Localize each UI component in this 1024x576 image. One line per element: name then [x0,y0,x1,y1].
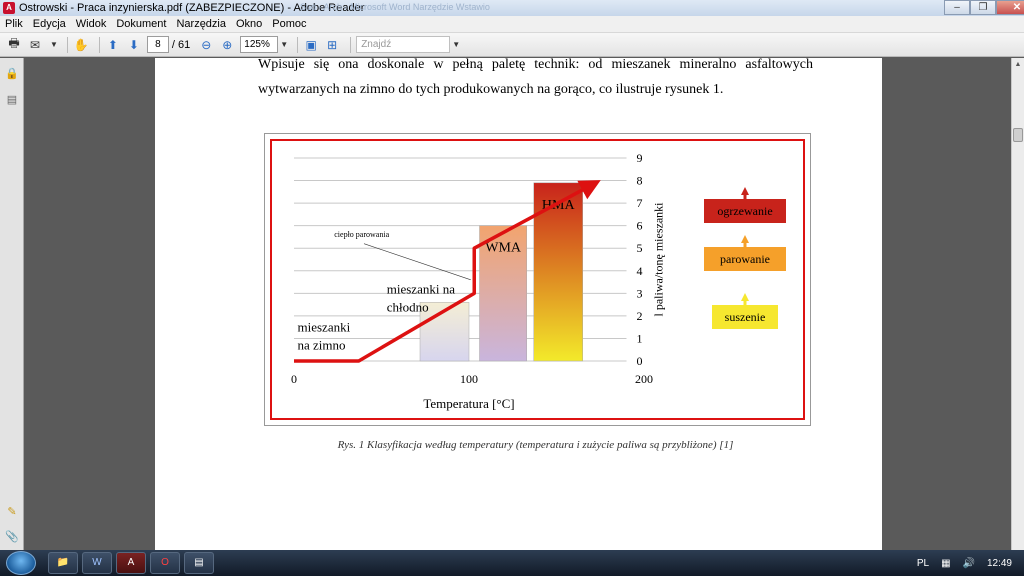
legend-label: ogrzewanie [717,204,772,218]
document-area[interactable]: Wpisuje się ona doskonale w pełną paletę… [25,58,1011,550]
language-indicator[interactable]: PL [917,558,929,569]
hand-icon[interactable]: ✋ [73,37,89,53]
y-tick-label: 7 [637,196,643,210]
arrow-up-icon[interactable]: ⬆ [105,37,121,53]
legend-arrow [741,293,749,301]
system-tray: PL ▦ 🔊 12:49 [917,550,1024,576]
adobe-reader-icon: A [3,2,15,14]
legend-arrow [741,235,749,243]
menu-widok[interactable]: Widok [71,18,112,30]
y-tick-label: 6 [637,219,643,233]
zoom-input[interactable]: 125% [240,36,279,53]
figure-border: WMA HMA 0 1 2 3 4 5 6 7 8 9 0 100 200 Temperatura [°C]… [270,139,805,420]
page-total: / 61 [171,38,191,51]
body-paragraph: Wpisuje się ona doskonale w pełną paletę… [258,58,813,97]
y-tick-label: 2 [637,309,643,323]
zoom-out-icon[interactable]: ⊖ [198,37,214,53]
chart-legend: ogrzewanie parowanie suszenie [704,187,786,329]
bar-label: WMA [485,241,522,256]
legend-label: suszenie [725,310,766,324]
temperature-chart: WMAHMA 0 1 2 3 4 5 6 7 8 9 0 100 200 Temperatura [°C]… [291,151,786,411]
figure-frame: WMA HMA 0 1 2 3 4 5 6 7 8 9 0 100 200 Temperatura [°C]… [264,133,811,426]
volume-icon[interactable]: 🔊 [963,558,975,569]
chart-annotation: mieszanki [298,320,351,335]
lock-icon[interactable]: 🔒 [5,67,19,81]
chevron-down-icon[interactable]: ▼ [50,40,58,49]
annotation-leader-line [363,243,471,281]
toolbar: 🖶 ✉ ▼ ✋ ⬆ ⬇ 8 / 61 ⊖ ⊕ 125% ▼ ▣ ⊞ Znajdź… [0,33,1024,57]
x-axis-label: Temperatura [°C] [423,396,514,411]
x-tick-label: 0 [291,372,297,386]
restore-button[interactable]: ❐ [970,0,996,15]
comment-icon[interactable]: ✎ [5,505,19,519]
network-icon[interactable]: ▦ [941,558,950,569]
chart-annotation: ciepło parowania [334,230,389,239]
email-icon[interactable]: ✉ [27,37,43,53]
toolbar-separator [297,36,299,53]
opera-icon[interactable]: O [150,552,180,574]
toolbar-separator [350,36,352,53]
page-number-input[interactable]: 8 [146,36,169,53]
y-tick-label: 9 [637,151,643,165]
print-icon[interactable]: 🖶 [6,36,22,53]
y-tick-label: 8 [637,174,643,188]
pdf-page: Wpisuje się ona doskonale w pełną paletę… [155,58,882,550]
explorer-icon[interactable]: 📁 [48,552,78,574]
window-controls: – ❐ ✕ [944,0,1024,15]
chart-annotation: na zimno [298,338,346,353]
y-tick-label: 5 [637,241,643,255]
find-input[interactable]: Znajdź [356,36,451,53]
acrobat-icon[interactable]: A [116,552,146,574]
menu-pomoc[interactable]: Pomoc [267,18,311,30]
attachment-icon[interactable]: 📎 [5,530,19,544]
close-button[interactable]: ✕ [996,0,1024,15]
title-bar: A Ostrowski - Praca inzynierska.pdf (ZAB… [0,0,1024,16]
start-button[interactable] [6,551,36,575]
legend-label: parowanie [720,252,770,266]
y-axis-label: l paliwa/tonę mieszanki [652,202,666,317]
toolbar-separator [98,36,100,53]
menu-plik[interactable]: Plik [0,18,28,30]
zoom-in-icon[interactable]: ⊕ [219,37,235,53]
chart-annotation: chłodno [387,299,429,314]
vertical-scrollbar[interactable]: ▲ [1011,58,1024,550]
y-tick-label: 0 [637,354,643,368]
x-tick-label: 200 [635,372,653,386]
toolbar-separator [66,36,68,53]
fit-page-icon[interactable]: ▣ [303,37,319,53]
chart-axes: 0 1 2 3 4 5 6 7 8 9 0 100 200 Temperatura [°C] l paliw… [291,151,666,411]
legend-arrow [741,187,749,195]
notepad-icon[interactable]: ▤ [184,552,214,574]
chart-bars: WMAHMA [419,182,583,362]
scroll-up-arrow-icon[interactable]: ▲ [1012,58,1024,71]
y-tick-label: 4 [637,264,643,278]
taskbar: 📁 W A O ▤ PL ▦ 🔊 12:49 [0,550,1024,576]
chevron-down-icon[interactable]: ▼ [280,40,288,49]
menu-okno[interactable]: Okno [231,18,267,30]
y-tick-label: 3 [637,286,643,300]
menu-edycja[interactable]: Edycja [28,18,71,30]
chart-annotation: mieszanki na [387,281,455,296]
word-icon[interactable]: W [82,552,112,574]
fit-width-icon[interactable]: ⊞ [324,37,340,53]
menu-narzedzia[interactable]: Narzędzia [171,18,231,30]
menu-bar: Plik Edycja Widok Dokument Narzędzia Okn… [0,16,1024,33]
navigation-panel: 🔒 ▤ ✎ 📎 [0,58,24,550]
minimize-button[interactable]: – [944,0,970,15]
figure-caption: Rys. 1 Klasyfikacja według temperatury (… [337,439,734,451]
y-tick-label: 1 [637,331,643,345]
x-tick-label: 100 [460,372,478,386]
arrow-down-icon[interactable]: ⬇ [126,37,142,53]
chevron-down-icon[interactable]: ▼ [452,40,460,49]
menu-dokument[interactable]: Dokument [111,18,171,30]
pages-icon[interactable]: ▤ [5,93,19,107]
legend-arrow-stem [743,194,747,199]
scroll-thumb[interactable] [1013,128,1023,142]
clock[interactable]: 12:49 [987,558,1012,569]
legend-arrow-stem [743,242,747,247]
legend-arrow-stem [743,300,747,305]
background-window-title: Sud - Arch - Microsoft Word Narzędzie Ws… [300,2,490,12]
